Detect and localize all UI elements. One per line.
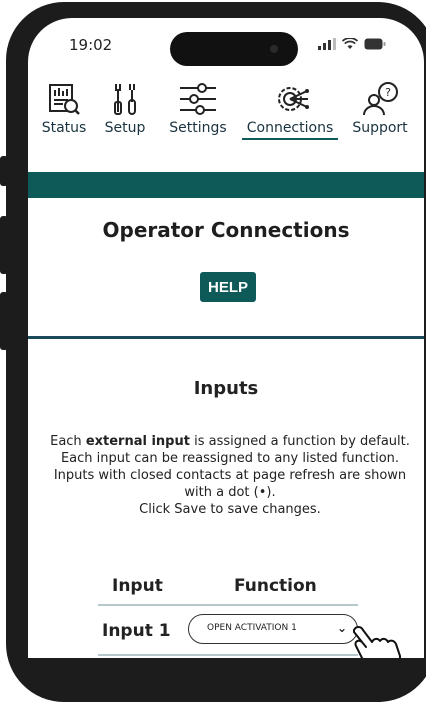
- status-time: 19:02: [69, 36, 113, 54]
- nav-item-support[interactable]: ? Support: [348, 82, 412, 136]
- nav-item-status[interactable]: Status: [36, 82, 92, 136]
- description-line-2: Inputs with closed contacts at page refr…: [53, 468, 407, 500]
- header-rule: [98, 604, 358, 606]
- nav-label-settings: Settings: [169, 120, 227, 136]
- phone-frame: 19:02 Status Setup Settings Connections …: [6, 2, 426, 702]
- wifi-icon: [342, 38, 358, 49]
- status-icons: [318, 38, 386, 50]
- nav-item-setup[interactable]: Setup: [100, 82, 150, 136]
- help-button[interactable]: HELP: [200, 272, 256, 302]
- sliders-icon: [180, 83, 216, 115]
- signal-icon: [318, 38, 336, 50]
- description-line-3: Click Save to save changes.: [139, 502, 321, 517]
- nav-label-connections: Connections: [242, 120, 338, 140]
- description-bold: external input: [85, 434, 190, 449]
- column-header-function: Function: [234, 576, 317, 596]
- tools-icon: [114, 84, 136, 115]
- nav-label-setup: Setup: [104, 120, 146, 136]
- function-select-value: OPEN ACTIVATION 1: [207, 623, 297, 633]
- description-text: Each: [50, 434, 86, 449]
- phone-screen: 19:02 Status Setup Settings Connections …: [28, 18, 424, 658]
- header-band: [28, 172, 424, 198]
- nav-item-settings[interactable]: Settings: [166, 82, 230, 136]
- section-divider: [28, 336, 424, 339]
- inputs-heading: Inputs: [193, 378, 259, 399]
- chevron-down-icon: ⌄: [336, 621, 347, 635]
- page-title: Operator Connections: [102, 218, 350, 242]
- inputs-description: Each external input is assigned a functi…: [46, 433, 414, 518]
- camera-dot: [270, 45, 278, 53]
- svg-text:?: ?: [385, 86, 391, 99]
- dynamic-island: [170, 32, 298, 66]
- column-header-input: Input: [112, 576, 163, 596]
- top-nav: Status Setup Settings Connections ? Supp…: [28, 82, 424, 174]
- description-line-1: Each external input is assigned a functi…: [46, 433, 414, 467]
- input-1-label: Input 1: [102, 621, 171, 641]
- pointer-hand-icon: [353, 626, 401, 658]
- connections-icon: [278, 87, 309, 111]
- nav-label-support: Support: [352, 120, 408, 136]
- status-icon: [49, 84, 80, 115]
- support-icon: ?: [363, 82, 398, 116]
- row-rule: [98, 654, 358, 656]
- nav-item-connections[interactable]: Connections: [242, 82, 338, 140]
- battery-icon: [364, 38, 386, 50]
- nav-label-status: Status: [41, 120, 87, 136]
